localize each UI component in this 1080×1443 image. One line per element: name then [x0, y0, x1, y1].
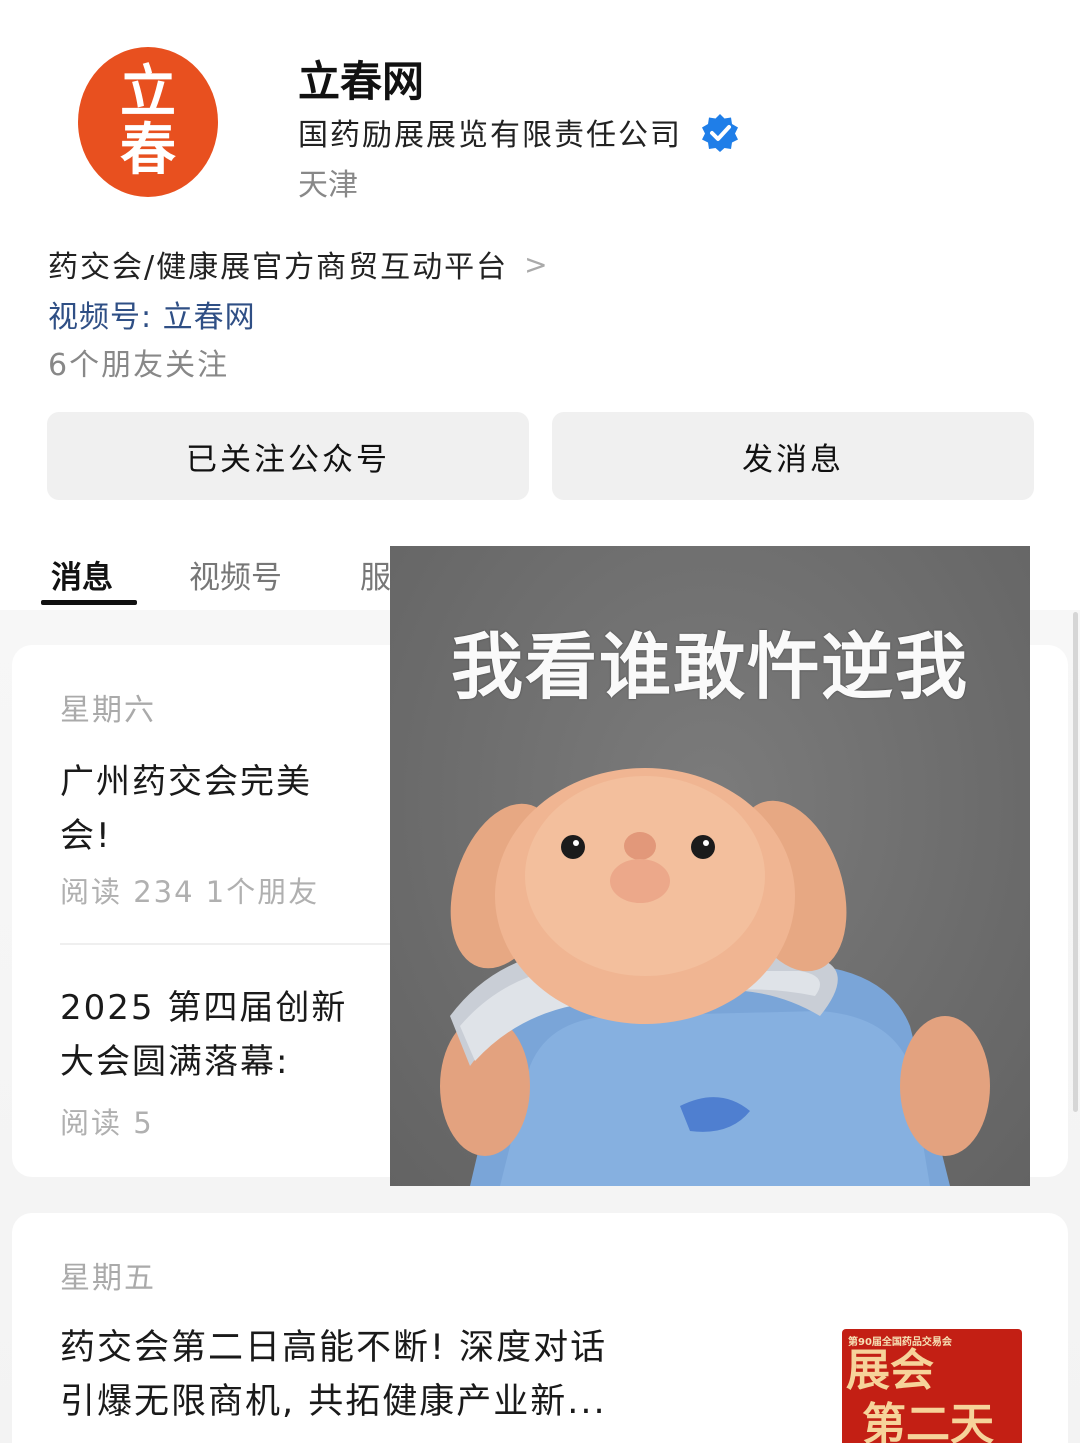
article-title[interactable]: 2025 第四届创新 大会圆满落幕: [60, 981, 347, 1089]
meme-caption: 我看谁敢忤逆我 [450, 625, 969, 709]
account-name: 立春网 [298, 57, 425, 106]
feed-group-card: 星期五 药交会第二日高能不断! 深度对话 引爆无限商机, 共拓健康产业新... … [12, 1213, 1068, 1443]
article-title-line: 2025 第四届创新 [60, 988, 348, 1028]
tab-services[interactable]: 服 [360, 552, 391, 597]
company-row[interactable]: 国药励展展览有限责任公司 [298, 110, 740, 154]
thumbnail-headline-2: 第二天 [862, 1399, 994, 1443]
chevron-right-icon: > [524, 247, 550, 281]
article-title-line: 药交会第二日高能不断! 深度对话 [60, 1328, 608, 1368]
group-day-label: 星期五 [60, 1261, 156, 1296]
company-name: 国药励展展览有限责任公司 [298, 118, 682, 153]
verified-badge-icon [702, 114, 738, 152]
account-location: 天津 [298, 168, 358, 203]
article-meta: 阅读 5 [60, 1106, 154, 1140]
article-title-line: 引爆无限商机, 共拓健康产业新... [60, 1382, 607, 1422]
friends-following[interactable]: 6个朋友关注 [48, 340, 229, 384]
group-day-label: 星期六 [60, 693, 156, 728]
intro-text: 药交会/健康展官方商贸互动平台 [48, 250, 509, 285]
active-tab-indicator [41, 600, 137, 605]
logo-char-1: 立 [120, 60, 176, 125]
logo-char-2: 春 [120, 118, 176, 183]
meme-image: 我看谁敢忤逆我 [390, 546, 1030, 1186]
article-title-line: 会! [60, 816, 112, 856]
account-logo[interactable]: 立 春 [78, 47, 218, 197]
follow-button[interactable]: 已关注公众号 [47, 412, 529, 500]
scrollbar[interactable] [1073, 612, 1078, 1112]
article-thumbnail[interactable]: 第90届全国药品交易会 展会 第二天 [842, 1329, 1022, 1443]
article-title[interactable]: 广州药交会完美 会! [60, 755, 312, 863]
send-message-button[interactable]: 发消息 [552, 412, 1034, 500]
tab-channels[interactable]: 视频号 [189, 552, 282, 597]
tab-messages[interactable]: 消息 [51, 552, 113, 597]
thumbnail-headline: 展会 [846, 1345, 934, 1396]
article-title-line: 广州药交会完美 [60, 762, 312, 802]
channel-link[interactable]: 视频号: 立春网 [48, 292, 256, 336]
account-intro[interactable]: 药交会/健康展官方商贸互动平台 > [48, 242, 550, 286]
article-title[interactable]: 药交会第二日高能不断! 深度对话 引爆无限商机, 共拓健康产业新... [60, 1321, 607, 1429]
article-title-line: 大会圆满落幕: [60, 1042, 290, 1082]
article-meta: 阅读 234 1个朋友 [60, 875, 320, 909]
